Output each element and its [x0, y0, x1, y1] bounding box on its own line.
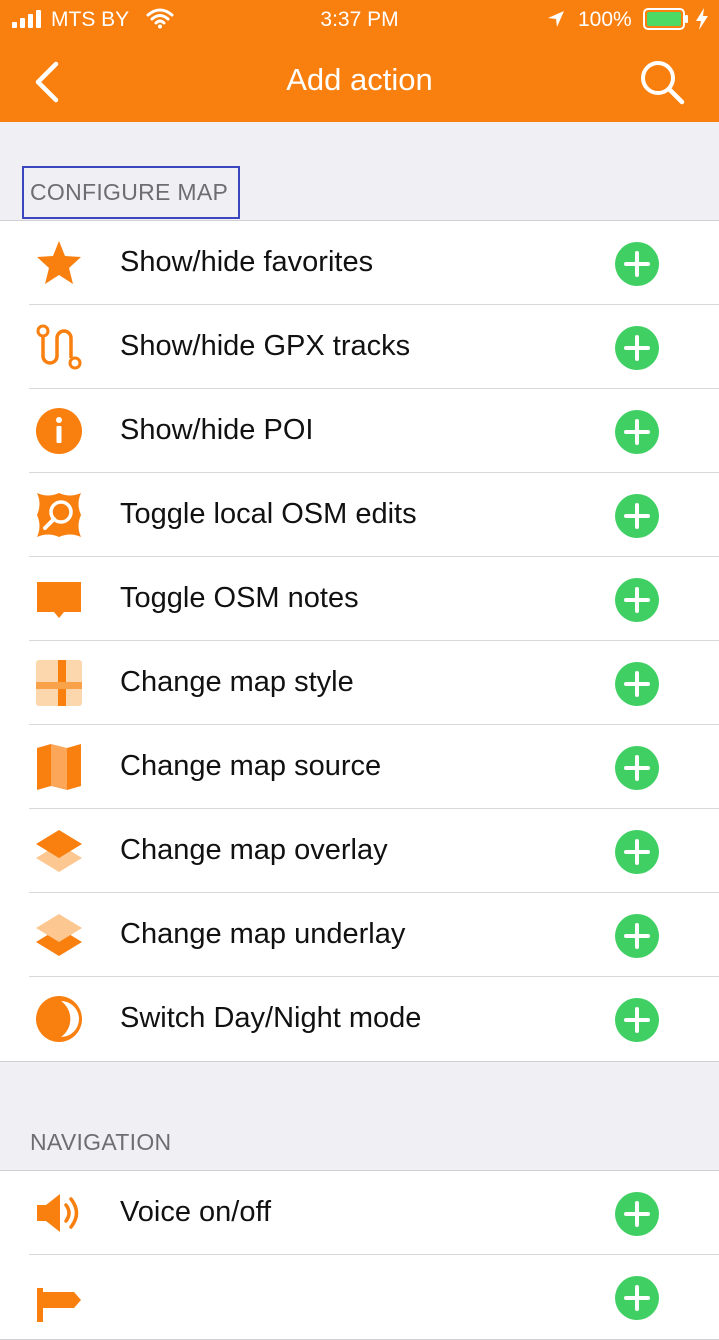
navigation-list: Voice on/off	[0, 1170, 719, 1340]
add-circle-icon[interactable]	[614, 493, 660, 539]
osm-edits-icon	[37, 493, 81, 537]
layers-overlay-icon	[36, 830, 82, 872]
list-item-label: Show/hide favorites	[120, 246, 374, 278]
battery-percentage: 100%	[578, 8, 632, 31]
info-icon	[36, 408, 82, 454]
add-circle-icon[interactable]	[614, 997, 660, 1043]
add-circle-icon[interactable]	[614, 913, 660, 959]
note-bubble-icon	[37, 582, 81, 618]
add-circle-icon[interactable]	[614, 577, 660, 623]
section-title: NAVIGATION	[30, 1129, 172, 1155]
list-item[interactable]: Toggle local OSM edits	[0, 473, 719, 557]
star-icon	[37, 241, 81, 284]
add-circle-icon[interactable]	[614, 661, 660, 707]
navigation-bar: MTS BY 3:37 PM 100% Add action	[0, 0, 719, 122]
add-circle-icon[interactable]	[614, 745, 660, 791]
list-item[interactable]: Toggle OSM notes	[0, 557, 719, 641]
add-circle-icon[interactable]	[614, 1191, 660, 1237]
add-circle-icon[interactable]	[614, 409, 660, 455]
gpx-track-icon	[36, 324, 82, 370]
list-item-label: Voice on/off	[120, 1196, 272, 1228]
add-circle-icon[interactable]	[614, 829, 660, 875]
layers-underlay-icon	[36, 914, 82, 956]
list-item[interactable]: Show/hide POI	[0, 389, 719, 473]
configure-map-list: Show/hide favorites Show/hide GPX tracks…	[0, 220, 719, 1062]
list-item-label: Change map style	[120, 666, 354, 698]
list-item[interactable]: Switch Day/Night mode	[0, 977, 719, 1061]
list-item-label: Change map source	[120, 750, 382, 782]
page-title: Add action	[286, 62, 433, 97]
add-circle-icon[interactable]	[614, 325, 660, 371]
list-item[interactable]: Show/hide favorites	[0, 221, 719, 305]
battery-icon	[643, 8, 688, 30]
search-icon[interactable]	[637, 57, 687, 107]
highlight-box	[22, 166, 240, 219]
add-circle-icon[interactable]	[614, 1275, 660, 1321]
location-arrow-icon	[548, 11, 564, 27]
list-item-label: Change map underlay	[120, 918, 406, 950]
list-item[interactable]: Voice on/off	[0, 1171, 719, 1255]
list-item[interactable]: Change map source	[0, 725, 719, 809]
add-circle-icon[interactable]	[614, 241, 660, 287]
list-item[interactable]: Change map style	[0, 641, 719, 725]
list-item[interactable]: Change map underlay	[0, 893, 719, 977]
list-item[interactable]	[0, 1255, 719, 1339]
list-item-label: Toggle OSM notes	[120, 582, 359, 614]
map-style-icon	[36, 660, 82, 706]
status-bar: MTS BY 3:37 PM 100%	[0, 0, 719, 40]
list-item[interactable]: Change map overlay	[0, 809, 719, 893]
list-item-label: Change map overlay	[120, 834, 388, 866]
map-icon	[37, 744, 81, 790]
speaker-icon	[37, 1194, 79, 1232]
list-item-label: Switch Day/Night mode	[120, 1002, 422, 1034]
charging-bolt-icon	[696, 8, 708, 30]
list-item-label: Show/hide POI	[120, 414, 314, 446]
list-item-label: Toggle local OSM edits	[120, 498, 417, 530]
list-item[interactable]: Show/hide GPX tracks	[0, 305, 719, 389]
section-header-navigation: NAVIGATION	[0, 1064, 719, 1170]
list-item-label: Show/hide GPX tracks	[120, 330, 411, 362]
day-night-icon	[36, 996, 82, 1042]
